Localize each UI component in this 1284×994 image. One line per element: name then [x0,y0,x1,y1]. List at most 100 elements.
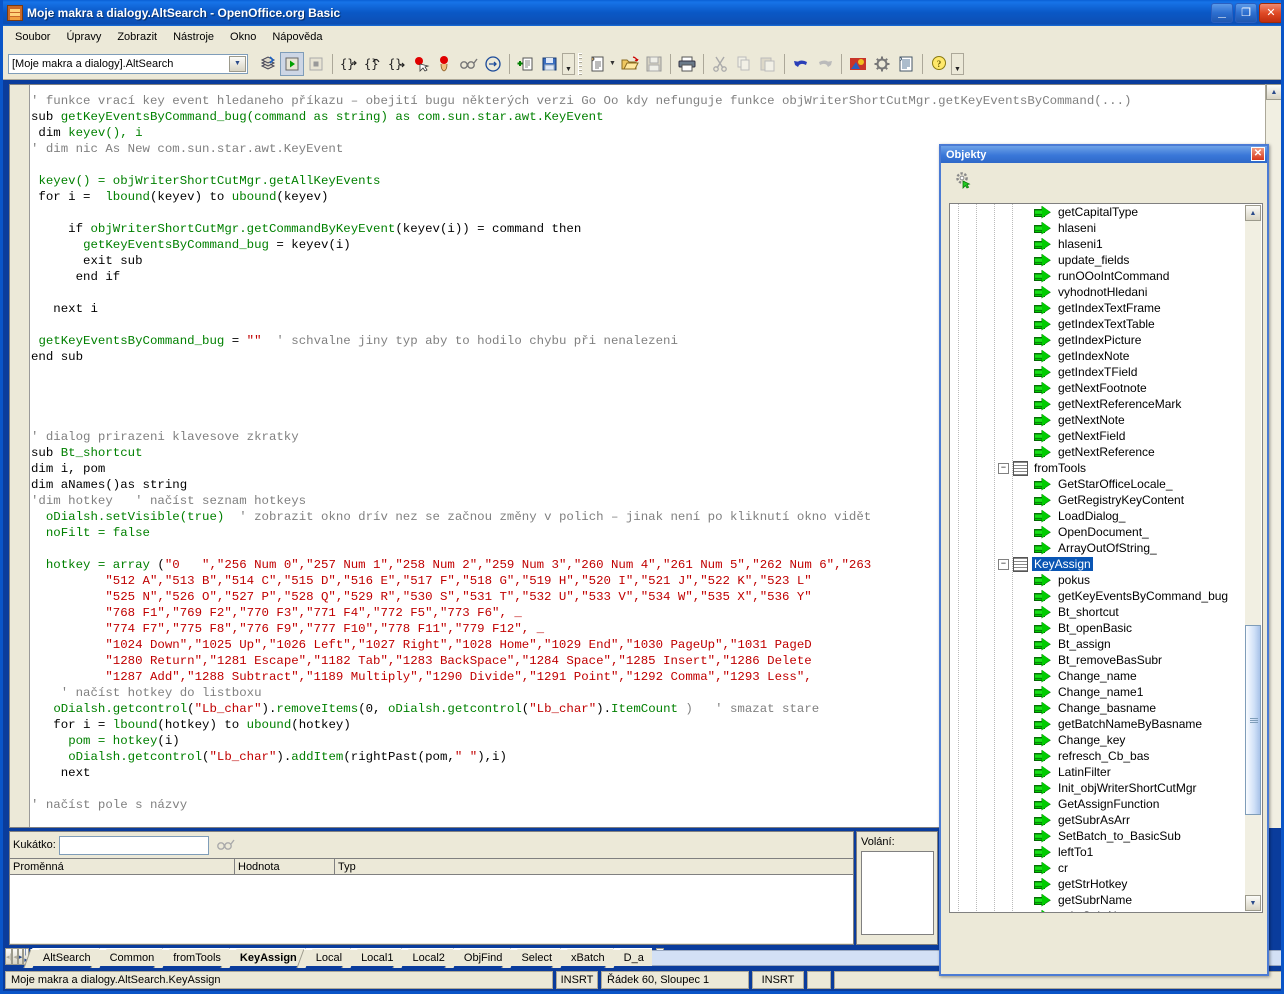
tree-item-label[interactable]: getIndexNote [1056,349,1131,363]
tree-item-label[interactable]: LoadDialog_ [1056,509,1127,523]
tree-sub-row[interactable]: refresch_Cb_bas [950,748,1246,764]
watch-input[interactable] [58,835,209,855]
tree-item-label[interactable]: LatinFilter [1056,765,1113,779]
tree-sub-row[interactable]: Bt_openBasic [950,620,1246,636]
tree-sub-row[interactable]: LatinFilter [950,764,1246,780]
tree-item-label[interactable]: OpenDocument_ [1056,525,1151,539]
tab-local2[interactable]: Local2 [401,948,453,966]
tree-item-label[interactable]: vyhodnotHledani [1056,285,1149,299]
tree-sub-row[interactable]: GetStarOfficeLocale_ [950,476,1246,492]
module-dropdown-arrow[interactable]: ▼ [609,60,618,67]
column-type[interactable]: Typ [335,859,851,874]
watch-enable-icon[interactable] [215,835,237,856]
toolbar-overflow-2[interactable]: ▼ [951,52,964,75]
tree-item-label[interactable]: Init_objWriterShortCutMgr [1056,781,1199,795]
toolbar-overflow-1[interactable]: ▼ [562,52,575,75]
tree-item-label[interactable]: getIndexTextFrame [1056,301,1163,315]
tree-item-label[interactable]: getNextReferenceMark [1056,397,1183,411]
column-variable[interactable]: Proměnná [10,859,235,874]
tree-item-label[interactable]: Change_basname [1056,701,1158,715]
call-stack-icon[interactable] [481,52,505,76]
module-dropdown-icon[interactable] [585,52,609,76]
tree-sub-row[interactable]: existSubrName [950,908,1246,912]
tab-local[interactable]: Local [304,948,351,966]
tree-sub-row[interactable]: getStrHotkey [950,876,1246,892]
tree-item-label[interactable]: getStrHotkey [1056,877,1129,891]
tree-sub-row[interactable]: Init_objWriterShortCutMgr [950,780,1246,796]
help-icon[interactable]: ? [927,52,951,76]
tree-sub-row[interactable]: Bt_removeBasSubr [950,652,1246,668]
status-insert-mode[interactable]: INSRT [556,971,598,989]
tree-sub-row[interactable]: getIndexNote [950,348,1246,364]
modules-icon[interactable] [894,52,918,76]
menu-soubor[interactable]: Soubor [7,28,58,46]
tab-altsearch[interactable]: AltSearch [31,948,99,966]
tree-item-label[interactable]: getSubrAsArr [1056,813,1132,827]
tab-common[interactable]: Common [98,948,163,966]
tab-local1[interactable]: Local1 [350,948,402,966]
tree-item-label[interactable]: getNextFootnote [1056,381,1149,395]
tab-select[interactable]: Select [510,948,561,966]
status-insert-mode-2[interactable]: INSRT [752,971,804,989]
tree-item-label[interactable]: getIndexTextTable [1056,317,1157,331]
tree-sub-row[interactable]: getCapitalType [950,204,1246,220]
tree-item-label[interactable]: GetRegistryKeyContent [1056,493,1186,507]
tree-sub-row[interactable]: Change_name [950,668,1246,684]
tree-sub-row[interactable]: getNextField [950,428,1246,444]
open-icon[interactable] [618,52,642,76]
menu-zobrazit[interactable]: Zobrazit [109,28,165,46]
insert-module-icon[interactable] [514,52,538,76]
save-module-icon[interactable] [538,52,562,76]
objects-catalog-icon[interactable] [953,170,973,193]
tree-sub-row[interactable]: Change_basname [950,700,1246,716]
minimize-button[interactable]: _ [1211,3,1233,23]
tree-sub-row[interactable]: getIndexTextFrame [950,300,1246,316]
tree-item-label[interactable]: GetStarOfficeLocale_ [1056,477,1175,491]
tree-sub-row[interactable]: hlaseni [950,220,1246,236]
tree-item-label[interactable]: SetBatch_to_BasicSub [1056,829,1183,843]
tree-sub-row[interactable]: getIndexTextTable [950,316,1246,332]
tree-sub-row[interactable]: vyhodnotHledani [950,284,1246,300]
library-combobox[interactable]: [Moje makra a dialogy].AltSearch ▼ [8,53,248,74]
objects-tree[interactable]: getCapitalType hlaseni hlaseni1 update_fiel… [949,203,1263,913]
tree-sub-row[interactable]: OpenDocument_ [950,524,1246,540]
tree-sub-row[interactable]: getSubrAsArr [950,812,1246,828]
tree-module-row[interactable]: − KeyAssign [950,556,1246,572]
objects-tree-scrollbar[interactable]: ▲ ▼ [1245,205,1261,911]
macro-options-icon[interactable] [870,52,894,76]
objects-scroll-down[interactable]: ▼ [1245,895,1261,911]
manage-breakpoints-icon[interactable] [433,52,457,76]
tree-sub-row[interactable]: getNextFootnote [950,380,1246,396]
undo-icon[interactable] [789,52,813,76]
tree-sub-row[interactable]: Bt_assign [950,636,1246,652]
tree-item-label[interactable]: hlaseni1 [1056,237,1105,251]
tree-sub-row[interactable]: Bt_shortcut [950,604,1246,620]
tree-item-label[interactable]: getIndexTField [1056,365,1139,379]
tree-sub-row[interactable]: GetRegistryKeyContent [950,492,1246,508]
tree-sub-row[interactable]: getNextReferenceMark [950,396,1246,412]
step-over-icon[interactable]: {} [361,52,385,76]
tree-sub-row[interactable]: runOOoIntCommand [950,268,1246,284]
toolbar-grip[interactable] [578,52,582,75]
tree-item-label[interactable]: Bt_removeBasSubr [1056,653,1164,667]
tree-sub-row[interactable]: getIndexPicture [950,332,1246,348]
tab-d_a[interactable]: D_a [612,948,652,966]
tree-sub-row[interactable]: getNextReference [950,444,1246,460]
tree-item-label[interactable]: getBatchNameByBasname [1056,717,1204,731]
objects-scroll-up[interactable]: ▲ [1245,205,1261,221]
tree-module-row[interactable]: − fromTools [950,460,1246,476]
menu-okno[interactable]: Okno [222,28,264,46]
tree-sub-row[interactable]: SetBatch_to_BasicSub [950,828,1246,844]
call-stack-list[interactable] [861,851,934,935]
tab-nav-first[interactable]: ◂| [5,948,13,965]
tree-sub-row[interactable]: leftTo1 [950,844,1246,860]
tab-fromtools[interactable]: fromTools [162,948,229,966]
tree-sub-row[interactable]: getKeyEventsByCommand_bug [950,588,1246,604]
column-value[interactable]: Hodnota [235,859,335,874]
tree-item-label[interactable]: cr [1056,861,1070,875]
menu-nastroje[interactable]: Nástroje [165,28,222,46]
tree-item-label[interactable]: GetAssignFunction [1056,797,1161,811]
tree-item-label[interactable]: update_fields [1056,253,1131,267]
chevron-down-icon[interactable]: ▼ [229,55,246,72]
tree-item-label[interactable]: existSubrName [1056,909,1142,912]
